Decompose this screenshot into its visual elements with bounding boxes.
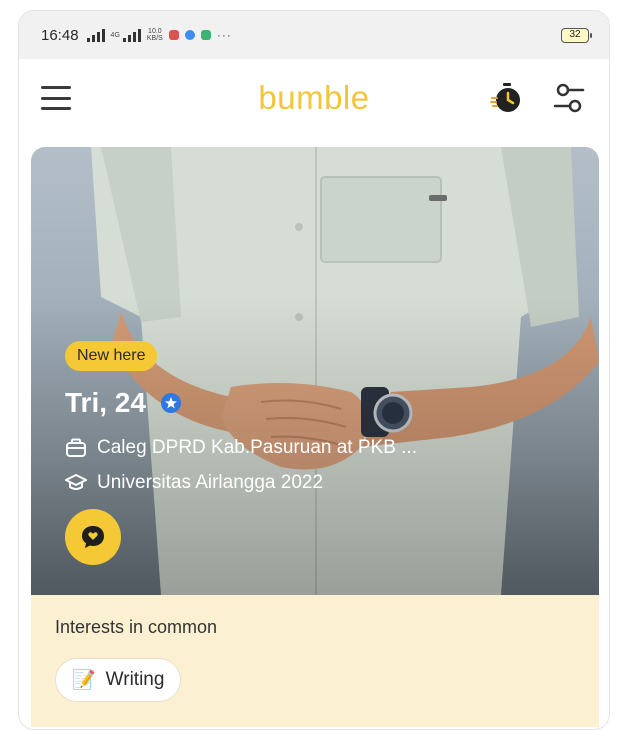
sliders-icon[interactable] <box>551 80 587 116</box>
phone-frame: 16:48 4G 10.0 KB/S ··· 32 bumble New her… <box>18 10 610 730</box>
app-header: bumble <box>19 59 609 137</box>
signal-icon <box>86 28 105 42</box>
network-type-label: 4G <box>110 31 120 39</box>
chat-bubble-heart-icon[interactable] <box>65 509 121 565</box>
briefcase-icon <box>66 438 86 457</box>
speed-value: 10.0 <box>148 28 162 35</box>
verified-star-icon <box>160 393 181 413</box>
hamburger-icon[interactable] <box>41 86 71 110</box>
status-bar: 16:48 4G 10.0 KB/S ··· 32 <box>19 11 609 59</box>
profile-card[interactable]: New here Tri, 24 Caleg DPRD Kab.Pasuruan… <box>31 147 599 727</box>
education-row: Universitas Airlangga 2022 <box>65 472 323 494</box>
stopwatch-icon[interactable] <box>489 80 525 116</box>
interest-label: Writing <box>105 669 165 690</box>
notification-app-icon <box>168 30 179 40</box>
network-speed: 10.0 KB/S <box>147 28 163 42</box>
new-here-badge: New here <box>65 341 158 371</box>
profile-name-age: Tri, 24 <box>65 387 146 418</box>
notification-store-icon <box>200 30 211 40</box>
education-text: Universitas Airlangga 2022 <box>97 472 324 493</box>
interests-title: Interests in common <box>55 617 218 637</box>
profile-photo: New here Tri, 24 Caleg DPRD Kab.Pasuruan… <box>31 147 599 595</box>
name-row: Tri, 24 <box>65 387 182 419</box>
battery-icon: 32 <box>561 27 592 43</box>
notification-messenger-icon <box>184 30 195 40</box>
interest-chip-writing[interactable]: 📝 Writing <box>55 658 182 702</box>
job-text: Caleg DPRD Kab.Pasuruan at PKB ... <box>97 437 417 458</box>
speed-unit: KB/S <box>146 35 163 42</box>
job-row: Caleg DPRD Kab.Pasuruan at PKB ... <box>65 437 417 459</box>
memo-icon: 📝 <box>72 670 96 691</box>
signal-icon-2 <box>122 28 141 42</box>
interests-section: Interests in common 📝 Writing <box>31 595 599 724</box>
graduation-cap-icon <box>65 474 87 490</box>
status-time: 16:48 <box>41 26 79 44</box>
more-notifications-icon: ··· <box>216 28 232 42</box>
